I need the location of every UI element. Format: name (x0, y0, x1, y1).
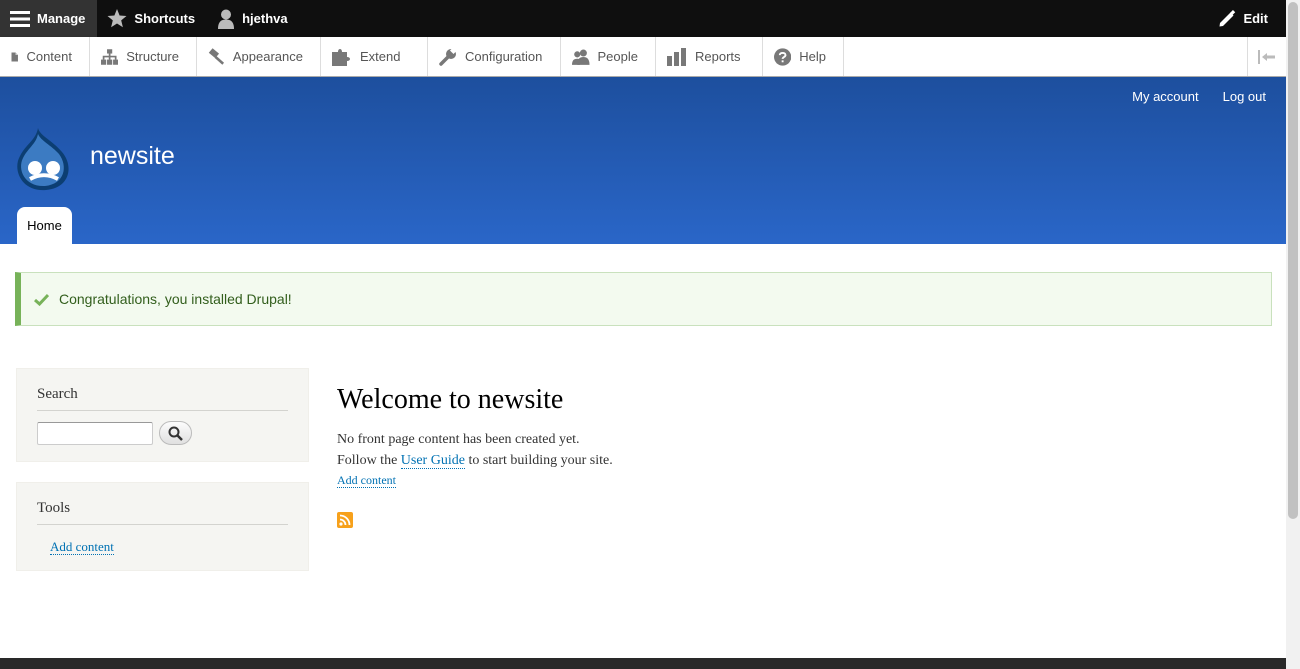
orientation-toggle[interactable] (1247, 37, 1286, 76)
user-guide-text: Follow the User Guide to start building … (337, 450, 1237, 471)
manage-label: Manage (37, 11, 86, 26)
search-icon (168, 426, 183, 441)
tools-block: Tools Add content (16, 482, 309, 571)
drupal-logo[interactable] (14, 126, 74, 199)
tray-label: Extend (360, 49, 401, 64)
search-block-title: Search (37, 369, 288, 411)
star-icon (107, 9, 127, 28)
scrollbar-thumb[interactable] (1288, 2, 1298, 519)
tray-label: Structure (126, 49, 179, 64)
secondary-menu: My account Log out (1132, 89, 1266, 104)
admin-menu-tray: Content Structure Appearance Extend Conf… (0, 37, 1286, 77)
rss-feed-link[interactable] (337, 512, 353, 533)
drupal-drop-icon (17, 128, 69, 191)
tray-item-help[interactable]: Help (763, 37, 844, 76)
status-message: Congratulations, you installed Drupal! (15, 272, 1272, 326)
site-name[interactable]: newsite (90, 142, 175, 171)
user-label: hjethva (242, 11, 288, 26)
log-out-link[interactable]: Log out (1223, 89, 1266, 104)
sitemap-icon (101, 48, 119, 65)
shortcuts-tab[interactable]: Shortcuts (97, 0, 207, 37)
my-account-link[interactable]: My account (1132, 89, 1198, 104)
search-block: Search (16, 368, 309, 462)
puzzle-icon (332, 48, 350, 66)
tray-label: Content (26, 49, 72, 64)
user-guide-prefix: Follow the (337, 453, 398, 468)
hamburger-icon (10, 10, 30, 27)
wrench-icon (439, 47, 457, 66)
site-header: My account Log out newsite Home (0, 77, 1286, 244)
add-content-link[interactable]: Add content (337, 474, 396, 488)
bar-chart-icon (667, 47, 686, 66)
admin-toolbar: Manage Shortcuts hjethva Edit (0, 0, 1286, 37)
user-icon (218, 9, 235, 29)
tray-label: Help (799, 49, 826, 64)
edit-label: Edit (1243, 11, 1268, 26)
home-tab[interactable]: Home (17, 207, 72, 244)
search-form (37, 421, 308, 445)
search-input[interactable] (37, 421, 153, 445)
main-content: Welcome to newsite No front page content… (337, 383, 1237, 489)
user-tab[interactable]: hjethva (207, 0, 300, 37)
search-button[interactable] (159, 421, 192, 445)
tray-label: Appearance (232, 49, 303, 64)
tray-item-structure[interactable]: Structure (90, 37, 197, 76)
rss-icon (337, 512, 353, 528)
tray-item-content[interactable]: Content (0, 37, 90, 76)
checkmark-icon (34, 293, 49, 306)
tray-label: Configuration (465, 49, 543, 64)
tray-item-people[interactable]: People (561, 37, 656, 76)
page-scrollbar[interactable] (1286, 0, 1300, 669)
paintbrush-icon (208, 47, 225, 65)
document-icon (11, 52, 18, 61)
tray-item-appearance[interactable]: Appearance (197, 37, 321, 76)
people-icon (572, 49, 590, 65)
page-title: Welcome to newsite (337, 384, 564, 415)
status-message-text: Congratulations, you installed Drupal! (59, 291, 292, 307)
user-guide-suffix: to start building your site. (468, 453, 613, 468)
collapse-icon (1258, 49, 1275, 64)
user-guide-link[interactable]: User Guide (400, 453, 465, 469)
tray-label: People (597, 49, 638, 64)
shortcuts-label: Shortcuts (134, 11, 196, 26)
empty-front-text: No front page content has been created y… (337, 432, 580, 447)
tray-item-reports[interactable]: Reports (656, 37, 763, 76)
tray-item-configuration[interactable]: Configuration (428, 37, 561, 76)
tools-add-content-link[interactable]: Add content (50, 539, 114, 555)
tray-item-extend[interactable]: Extend (321, 37, 428, 76)
manage-tab[interactable]: Manage (0, 0, 98, 37)
pencil-icon (1219, 9, 1236, 26)
site-footer (0, 658, 1286, 669)
help-icon (774, 47, 792, 66)
tools-block-title: Tools (37, 483, 288, 525)
edit-button[interactable]: Edit (1208, 0, 1286, 37)
tray-label: Reports (695, 49, 741, 64)
